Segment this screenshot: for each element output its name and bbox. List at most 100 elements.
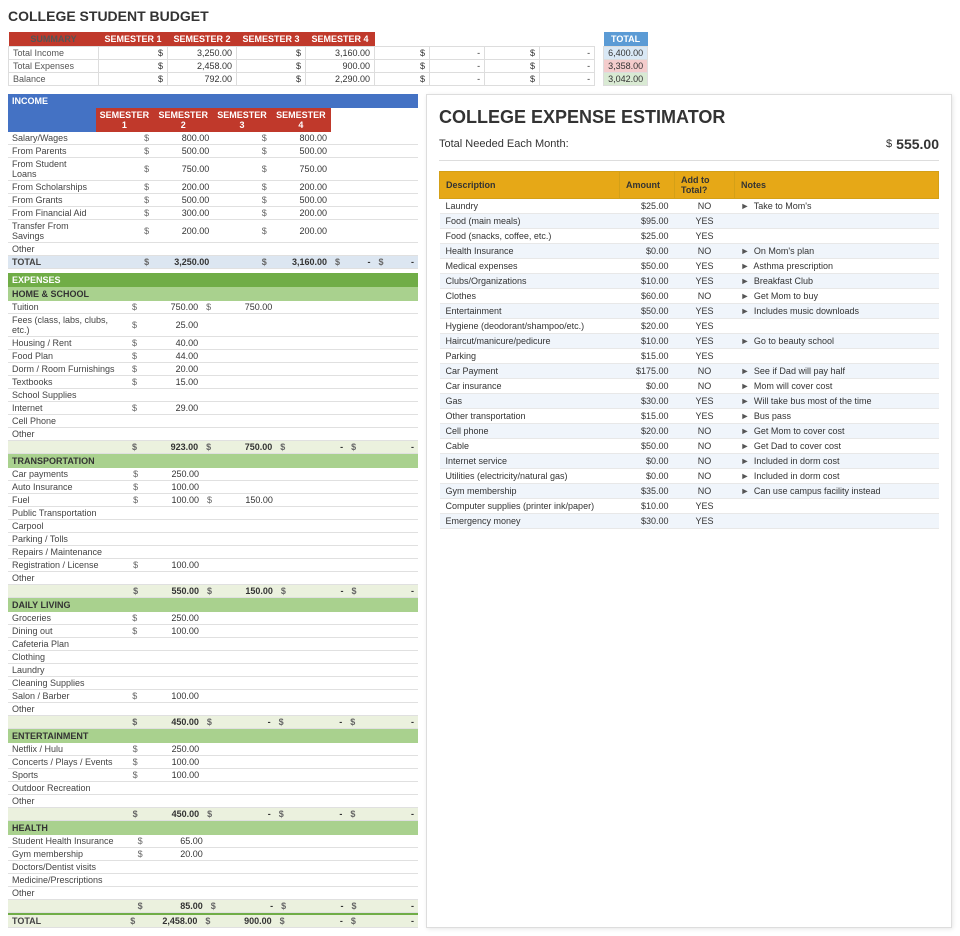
health-header: HEALTH (8, 821, 418, 835)
income-item-row: From Scholarships $ 200.00 $ 200.00 (8, 181, 418, 194)
expense-item-row: Other (8, 795, 418, 808)
estimator-item-row: Clothes $60.00 NO ► Get Mom to buy (440, 289, 939, 304)
sem4-header: SEMESTER 4 (306, 32, 375, 47)
dl-total-s3: - (288, 716, 347, 729)
expense-item-row: Registration / License $ 100.00 (8, 559, 418, 572)
expenses-label: Total Expenses (9, 60, 99, 73)
dl-total-s2: - (216, 716, 275, 729)
income-item-row: From Grants $ 500.00 $ 500.00 (8, 194, 418, 207)
ent-total-s3: - (288, 808, 347, 821)
ht-total-s1: 85.00 (147, 900, 207, 913)
dollar: $ (296, 48, 301, 58)
hs-total-s3: - (289, 441, 347, 454)
total-income: 6,400.00 (604, 47, 648, 60)
estimator-item-row: Hygiene (deodorant/shampoo/etc.) $20.00 … (440, 319, 939, 334)
estimator-item-row: Laundry $25.00 NO ► Take to Mom's (440, 199, 939, 214)
grand-total-row: TOTAL $ 2,458.00 $ 900.00 $ - $ - (8, 914, 418, 928)
income-col-label (8, 108, 96, 132)
expenses-s1: 2,458.00 (168, 60, 237, 73)
estimator-item-row: Parking $15.00 YES (440, 349, 939, 364)
entertainment-table: Netflix / Hulu $ 250.00 Concerts / Plays… (8, 743, 418, 821)
entertainment-total-row: $ 450.00 $ - $ - $ - (8, 808, 418, 821)
expense-item-row: Other (8, 703, 418, 716)
estimator-item-row: Health Insurance $0.00 NO ► On Mom's pla… (440, 244, 939, 259)
sem2-header: SEMESTER 2 (168, 32, 237, 47)
grand-total-s3: - (289, 914, 347, 928)
income-item-row: Salary/Wages $ 800.00 $ 800.00 (8, 132, 418, 145)
estimator-item-row: Car Payment $175.00 NO ► See if Dad will… (440, 364, 939, 379)
grand-total-s4: - (360, 914, 418, 928)
estimator-header-row: Description Amount Add to Total? Notes (440, 172, 939, 199)
income-total-s2: 3,160.00 (271, 256, 331, 269)
ht-total-s4: - (361, 900, 418, 913)
home-school-header: HOME & SCHOOL (8, 287, 418, 301)
dollar: $ (530, 48, 535, 58)
expense-item-row: Outdoor Recreation (8, 782, 418, 795)
expense-item-row: Clothing (8, 651, 418, 664)
col-notes-header: Notes (735, 172, 939, 199)
total-table: TOTAL 6,400.00 3,358.00 3,042.00 (603, 32, 648, 86)
income-item-row: From Parents $ 500.00 $ 500.00 (8, 145, 418, 158)
summary-label-header: SUMMARY (9, 32, 99, 47)
expense-item-row: Carpool (8, 520, 418, 533)
expense-item-row: Parking / Tolls (8, 533, 418, 546)
hs-total-s2: 750.00 (215, 441, 276, 454)
income-total-row: TOTAL $ 3,250.00 $ 3,160.00 $ - $ - (8, 256, 418, 269)
daily-header: DAILY LIVING (8, 598, 418, 612)
expense-item-row: Public Transportation (8, 507, 418, 520)
estimator-item-row: Haircut/manicure/pedicure $10.00 YES ► G… (440, 334, 939, 349)
income-total-s1: 3,250.00 (153, 256, 213, 269)
expense-item-row: Dorm / Room Furnishings $ 20.00 (8, 363, 418, 376)
expense-item-row: Car payments $ 250.00 (8, 468, 418, 481)
summary-expenses-row: Total Expenses $ 2,458.00 $ 900.00 $ - $… (9, 60, 595, 73)
estimator-item-row: Food (main meals) $95.00 YES (440, 214, 939, 229)
dollar: $ (158, 74, 163, 84)
income-total-s3: - (344, 256, 374, 269)
main-layout: INCOME SEMESTER 1 SEMESTER 2 SEMESTER 3 … (8, 94, 952, 928)
expense-item-row: Netflix / Hulu $ 250.00 (8, 743, 418, 756)
dollar: $ (296, 61, 301, 71)
expense-item-row: Food Plan $ 44.00 (8, 350, 418, 363)
expense-item-row: Sports $ 100.00 (8, 769, 418, 782)
daily-total-row: $ 450.00 $ - $ - $ - (8, 716, 418, 729)
income-item-row: From Financial Aid $ 300.00 $ 200.00 (8, 207, 418, 220)
expense-item-row: Housing / Rent $ 40.00 (8, 337, 418, 350)
sem3-header: SEMESTER 3 (237, 32, 306, 47)
expense-item-row: Concerts / Plays / Events $ 100.00 (8, 756, 418, 769)
income-table: SEMESTER 1 SEMESTER 2 SEMESTER 3 SEMESTE… (8, 108, 418, 269)
tr-total-s1: 550.00 (142, 585, 203, 598)
tr-total-s3: - (290, 585, 348, 598)
home-school-table: Tuition $ 750.00 $ 750.00 Fees (class, l… (8, 301, 418, 454)
estimator-item-row: Food (snacks, coffee, etc.) $25.00 YES (440, 229, 939, 244)
estimator-dollar: $ (886, 138, 892, 150)
estimator-item-row: Clubs/Organizations $10.00 YES ► Breakfa… (440, 274, 939, 289)
income-s3: - (430, 47, 485, 60)
total-balance-row: 3,042.00 (604, 73, 648, 86)
total-balance: 3,042.00 (604, 73, 648, 86)
income-s4: - (540, 47, 595, 60)
grand-total-table: TOTAL $ 2,458.00 $ 900.00 $ - $ - (8, 913, 418, 928)
health-total-row: $ 85.00 $ - $ - $ - (8, 900, 418, 913)
expense-item-row: Dining out $ 100.00 (8, 625, 418, 638)
summary-income-row: Total Income $ 3,250.00 $ 3,160.00 $ - $… (9, 47, 595, 60)
expense-item-row: Other (8, 572, 418, 585)
estimator-item-row: Computer supplies (printer ink/paper) $1… (440, 499, 939, 514)
balance-s2: 2,290.00 (306, 73, 375, 86)
dl-total-s4: - (359, 716, 418, 729)
transport-total-row: $ 550.00 $ 150.00 $ - $ - (8, 585, 418, 598)
expense-item-row: Cleaning Supplies (8, 677, 418, 690)
estimator-item-row: Internet service $0.00 NO ► Included in … (440, 454, 939, 469)
estimator-item-row: Cell phone $20.00 NO ► Get Mom to cover … (440, 424, 939, 439)
col-add-header: Add to Total? (675, 172, 735, 199)
expense-item-row: School Supplies (8, 389, 418, 402)
expense-item-row: Other (8, 428, 418, 441)
dollar: $ (420, 61, 425, 71)
expenses-section-header: EXPENSES (8, 273, 418, 287)
estimator-item-row: Utilities (electricity/natural gas) $0.0… (440, 469, 939, 484)
estimator-table: Description Amount Add to Total? Notes L… (439, 171, 939, 529)
estimator-item-row: Gas $30.00 YES ► Will take bus most of t… (440, 394, 939, 409)
ht-total-s3: - (290, 900, 347, 913)
daily-table: Groceries $ 250.00 Dining out $ 100.00 C… (8, 612, 418, 729)
dollar: $ (296, 74, 301, 84)
balance-label: Balance (9, 73, 99, 86)
